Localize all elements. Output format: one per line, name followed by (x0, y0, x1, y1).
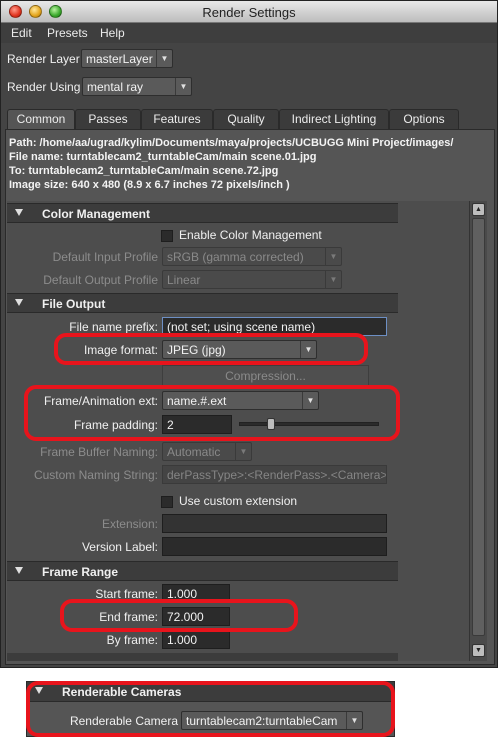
tab-indirect-lighting[interactable]: Indirect Lighting (279, 109, 389, 129)
frame-buffer-naming-label: Frame Buffer Naming: (40, 445, 158, 459)
render-settings-window: Render Settings Edit Presets Help Render… (0, 0, 498, 668)
render-layer-dropdown[interactable]: masterLayer ▼ (81, 49, 173, 68)
chevron-down-icon: ▼ (300, 341, 316, 358)
chevron-down-icon: ▼ (325, 271, 341, 288)
menu-presets[interactable]: Presets (47, 26, 88, 40)
start-frame-input[interactable]: 1.000 (162, 584, 230, 603)
custom-naming-string-label: Custom Naming String: (33, 468, 158, 482)
use-custom-extension-label: Use custom extension (179, 494, 298, 508)
frame-padding-label: Frame padding: (73, 418, 158, 432)
tab-common[interactable]: Common (7, 109, 75, 130)
end-frame-label: End frame: (99, 610, 158, 624)
frame-padding-slider-track[interactable] (239, 422, 379, 426)
file-name-prefix-input[interactable]: (not set; using scene name) (162, 317, 387, 336)
file-name-prefix-label: File name prefix: (69, 320, 158, 334)
tab-quality[interactable]: Quality (213, 109, 279, 129)
extension-input[interactable] (162, 514, 387, 533)
section-color-management[interactable]: Color Management (7, 203, 398, 223)
frame-animation-ext-label: Frame/Animation ext: (43, 394, 158, 408)
compression-button[interactable]: Compression... (162, 365, 369, 387)
collapse-triangle-icon (15, 567, 23, 574)
tab-passes[interactable]: Passes (75, 109, 141, 129)
renderable-camera-label: Renderable Camera (69, 714, 178, 728)
default-output-profile-label: Default Output Profile (43, 273, 158, 287)
render-using-dropdown[interactable]: mental ray ▼ (82, 77, 192, 96)
extension-label: Extension: (101, 517, 158, 531)
menu-edit[interactable]: Edit (11, 26, 32, 40)
end-frame-input[interactable]: 72.000 (162, 607, 230, 626)
output-file-to: To: turntablecam2_turntableCam/main scen… (9, 165, 279, 177)
window-title: Render Settings (202, 5, 296, 20)
image-format-label: Image format: (83, 343, 158, 357)
section-frame-range[interactable]: Frame Range (7, 561, 398, 581)
tab-features[interactable]: Features (141, 109, 213, 129)
frame-padding-input[interactable]: 2 (162, 415, 232, 434)
next-section-edge (7, 653, 398, 661)
use-custom-extension-checkbox[interactable] (161, 496, 173, 508)
title-bar: Render Settings (1, 1, 497, 23)
section-renderable-cameras[interactable]: Renderable Cameras (27, 682, 394, 702)
image-format-dropdown[interactable]: JPEG (jpg) ▼ (162, 340, 317, 359)
frame-buffer-naming-dropdown[interactable]: Automatic ▼ (162, 442, 252, 461)
collapse-triangle-icon (35, 687, 43, 694)
collapse-triangle-icon (15, 299, 23, 306)
scroll-down-icon[interactable]: ▼ (472, 644, 485, 657)
by-frame-label: By frame: (106, 633, 158, 647)
custom-naming-string-input[interactable]: derPassType>:<RenderPass>.<Camera> (162, 465, 387, 484)
frame-padding-slider-handle[interactable] (267, 418, 275, 430)
collapse-triangle-icon (15, 209, 23, 216)
scroll-up-icon[interactable]: ▲ (472, 203, 485, 216)
render-using-label: Render Using (7, 80, 81, 94)
chevron-down-icon: ▼ (235, 443, 251, 460)
section-file-output[interactable]: File Output (7, 293, 398, 313)
image-size-info: Image size: 640 x 480 (8.9 x 6.7 inches … (9, 179, 290, 191)
render-layer-label: Render Layer (7, 52, 80, 66)
renderable-cameras-crop: Renderable Cameras Renderable Camera tur… (26, 681, 395, 737)
renderable-camera-dropdown[interactable]: turntablecam2:turntableCam ▼ (181, 711, 363, 730)
start-frame-label: Start frame: (95, 587, 158, 601)
settings-scroll-area[interactable]: Color Management Enable Color Management… (7, 201, 477, 661)
default-input-profile-label: Default Input Profile (52, 250, 158, 264)
frame-animation-ext-dropdown[interactable]: name.#.ext ▼ (162, 391, 319, 410)
chevron-down-icon: ▼ (302, 392, 318, 409)
chevron-down-icon: ▼ (346, 712, 362, 729)
enable-color-management-label: Enable Color Management (179, 228, 322, 242)
chevron-down-icon: ▼ (175, 78, 191, 95)
default-input-profile-dropdown[interactable]: sRGB (gamma corrected) ▼ (162, 247, 342, 266)
menu-help[interactable]: Help (100, 26, 125, 40)
scrollbar-thumb[interactable] (472, 218, 485, 636)
chevron-down-icon: ▼ (325, 248, 341, 265)
tab-options[interactable]: Options (389, 109, 459, 129)
version-label-input[interactable] (162, 537, 387, 556)
by-frame-input[interactable]: 1.000 (162, 630, 230, 649)
version-label-label: Version Label: (81, 540, 158, 554)
output-path: Path: /home/aa/ugrad/kylim/Documents/may… (9, 137, 454, 149)
output-file-name: File name: turntablecam2_turntableCam/ma… (9, 151, 317, 163)
enable-color-management-checkbox[interactable] (161, 230, 173, 242)
menu-bar: Edit Presets Help (1, 23, 497, 43)
chevron-down-icon: ▼ (156, 50, 172, 67)
default-output-profile-dropdown[interactable]: Linear ▼ (162, 270, 342, 289)
vertical-scrollbar[interactable]: ▲ ▼ (469, 201, 487, 661)
tab-bar: Common Passes Features Quality Indirect … (5, 109, 495, 130)
